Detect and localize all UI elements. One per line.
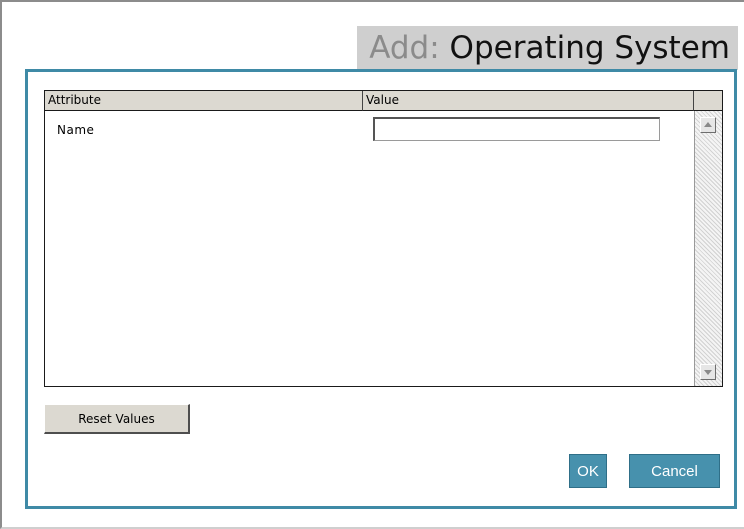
dialog-window: Add: Operating System Attribute Value Na… <box>0 0 744 529</box>
cancel-button[interactable]: Cancel <box>629 454 720 488</box>
attribute-grid: Attribute Value Name <box>44 90 723 387</box>
form-panel: Attribute Value Name Reset Values OK Can… <box>25 69 737 509</box>
scroll-up-button[interactable] <box>700 117 716 133</box>
column-header-corner <box>694 91 722 111</box>
name-value-input[interactable] <box>373 117 660 141</box>
attribute-cell-name: Name <box>57 123 95 137</box>
dialog-title: Add: Operating System <box>357 26 738 70</box>
scroll-down-button[interactable] <box>700 364 716 380</box>
ok-button[interactable]: OK <box>569 454 607 488</box>
title-text: Operating System <box>449 30 730 66</box>
arrow-down-icon <box>704 370 712 375</box>
title-prefix: Add: <box>369 30 440 66</box>
column-header-attribute[interactable]: Attribute <box>45 91 363 111</box>
vertical-scrollbar[interactable] <box>694 111 722 386</box>
arrow-up-icon <box>704 122 712 127</box>
column-header-value[interactable]: Value <box>363 91 694 111</box>
reset-values-button[interactable]: Reset Values <box>44 404 190 434</box>
